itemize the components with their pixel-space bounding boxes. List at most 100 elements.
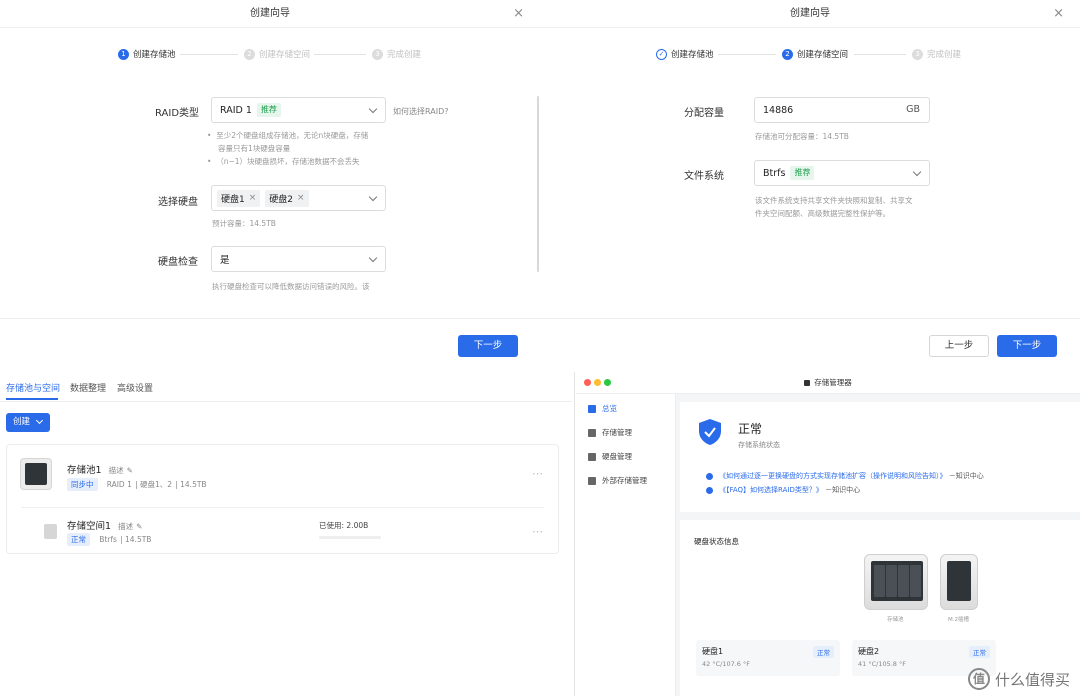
system-status-subtitle: 存储系统状态 xyxy=(738,441,780,449)
active-tab-indicator xyxy=(6,398,58,400)
recommended-tag: 推荐 xyxy=(790,166,815,180)
step-label: 创建存储池 xyxy=(133,50,176,60)
kb-link-1[interactable]: 《如何通过逐一更换硬盘的方式实现存储池扩容（操作说明和风险告知）》 －知识中心 xyxy=(706,471,984,481)
disk-temperature: 42 °C/107.6 °F xyxy=(702,660,750,668)
step-finish: 3 完成创建 xyxy=(912,46,961,62)
storage-pool-panel: 存储池与空间 数据整理 高级设置 创建 存储池1 描述 ✎ 同步中 RAID 1… xyxy=(0,372,572,696)
close-icon[interactable]: × xyxy=(513,6,524,22)
remove-chip-icon[interactable]: × xyxy=(249,193,257,203)
hard-disk-icon xyxy=(588,453,596,461)
disk-card[interactable]: 硬盘1 42 °C/107.6 °F 正常 xyxy=(696,640,840,676)
volume-fs: Btrfs xyxy=(99,535,117,544)
disk-name: 硬盘2 xyxy=(858,647,880,656)
pool-raid: RAID 1 xyxy=(106,480,132,489)
wizard-steps: ✓ 创建存储池 2 创建存储空间 3 完成创建 xyxy=(540,46,1080,62)
step-create-space: 2 创建存储空间 xyxy=(782,46,848,62)
chevron-down-icon xyxy=(368,104,378,114)
capacity-hint: 存储池可分配容量：14.5TB xyxy=(755,132,849,141)
sidebar: 总览 存储管理 硬盘管理 外部存储管理 xyxy=(576,394,676,696)
nas-main-image xyxy=(864,554,928,610)
sidebar-item-overview[interactable]: 总览 xyxy=(576,400,676,418)
watermark-text: 什么值得买 xyxy=(994,670,1070,689)
divider xyxy=(21,507,544,508)
select-disk-label: 选择硬盘 xyxy=(158,197,198,208)
step-create-pool: 1 创建存储池 xyxy=(118,46,176,62)
chevron-down-icon xyxy=(368,253,378,263)
file-system-select[interactable]: Btrfs 推荐 xyxy=(754,160,930,186)
step-finish: 3 完成创建 xyxy=(372,46,421,62)
volume-title-row: 存储空间1 描述 ✎ xyxy=(67,518,142,532)
storage-pool-card[interactable]: 存储池1 描述 ✎ 同步中 RAID 1 | 硬盘1、2 | 14.5TB ⋯ … xyxy=(6,444,559,554)
disk-check-select[interactable]: 是 xyxy=(211,246,386,272)
disk-status-title: 硬盘状态信息 xyxy=(694,537,739,546)
sidebar-item-external[interactable]: 外部存储管理 xyxy=(576,472,676,490)
disk-chip[interactable]: 硬盘1 × xyxy=(217,189,261,207)
more-options-icon[interactable]: ⋯ xyxy=(532,467,544,480)
info-icon xyxy=(706,486,713,494)
volume-size: 14.5TB xyxy=(125,535,152,544)
pool-description: 描述 xyxy=(108,466,124,475)
step-create-space: 2 创建存储空间 xyxy=(244,46,310,62)
previous-button[interactable]: 上一步 xyxy=(929,335,989,357)
pool-name: 存储池1 xyxy=(67,465,102,476)
step-connector xyxy=(854,54,906,55)
tab-advanced-settings[interactable]: 高级设置 xyxy=(117,381,153,394)
capacity-value: 14886 xyxy=(763,104,794,116)
more-options-icon[interactable]: ⋯ xyxy=(532,525,544,538)
footer-divider xyxy=(0,318,540,319)
step-number-icon: 1 xyxy=(118,48,129,60)
nas-caption: 存储池 xyxy=(887,617,904,623)
scrollbar[interactable] xyxy=(537,96,539,272)
nas-m2-image xyxy=(940,554,978,610)
tab-data-organize[interactable]: 数据整理 xyxy=(70,381,106,394)
sidebar-item-storage[interactable]: 存储管理 xyxy=(576,424,676,442)
wizard-step2-dialog: 创建向导 × ✓ 创建存储池 2 创建存储空间 3 完成创建 分配容量 1488… xyxy=(540,0,1080,370)
shield-check-icon xyxy=(699,419,721,445)
raid-hint-line: • 至少2个硬盘组成存储池，无论n块硬盘，存储 xyxy=(207,131,369,140)
raid-type-value: RAID 1 xyxy=(220,104,252,116)
sidebar-item-disks[interactable]: 硬盘管理 xyxy=(576,448,676,466)
kb-link-2[interactable]: 《【FAQ】如何选择RAID类型？》 －知识中心 xyxy=(706,485,860,495)
smzdm-logo-icon: 值 xyxy=(967,668,990,690)
tab-pool-and-space[interactable]: 存储池与空间 xyxy=(6,381,60,394)
step-number-icon: 2 xyxy=(782,48,793,60)
disk-capacity-hint: 预计容量：14.5TB xyxy=(212,219,276,228)
status-badge: 同步中 xyxy=(67,478,98,491)
chevron-down-icon xyxy=(912,167,922,177)
disk-chip[interactable]: 硬盘2 × xyxy=(265,189,309,207)
step-label: 创建存储空间 xyxy=(797,50,849,60)
allocate-capacity-label: 分配容量 xyxy=(684,108,724,119)
wizard-steps: 1 创建存储池 2 创建存储空间 3 完成创建 xyxy=(0,46,540,62)
edit-icon[interactable]: ✎ xyxy=(127,466,133,475)
step-connector xyxy=(314,54,366,55)
file-system-hints: 该文件系统支持共享文件夹快照和复制、共享文 件夹空间配额、高级数据完整性保护等。 xyxy=(755,194,913,220)
raid-hint-line: 容量只有1块硬盘容量 xyxy=(218,144,291,153)
volume-description: 描述 xyxy=(118,522,134,531)
file-system-label: 文件系统 xyxy=(684,171,724,182)
file-system-value: Btrfs xyxy=(763,167,786,179)
next-button[interactable]: 下一步 xyxy=(997,335,1057,357)
step-label: 创建存储空间 xyxy=(259,50,311,60)
pool-size: 14.5TB xyxy=(180,480,207,489)
remove-chip-icon[interactable]: × xyxy=(297,193,305,203)
disk-multiselect[interactable]: 硬盘1 × 硬盘2 × xyxy=(211,185,386,211)
next-button[interactable]: 下一步 xyxy=(458,335,518,357)
raid-type-select[interactable]: RAID 1 推荐 xyxy=(211,97,386,123)
status-badge: 正常 xyxy=(67,533,90,546)
raid-hints: • 至少2个硬盘组成存储池，无论n块硬盘，存储 容量只有1块硬盘容量 • （n−… xyxy=(207,129,368,168)
volume-meta-row: 正常 Btrfs | 14.5TB xyxy=(67,533,151,546)
edit-icon[interactable]: ✎ xyxy=(136,522,142,531)
status-card: 正常 存储系统状态 《如何通过逐一更换硬盘的方式实现存储池扩容（操作说明和风险告… xyxy=(680,402,1080,512)
raid-help-link[interactable]: 如何选择RAID? xyxy=(393,106,448,117)
capacity-input[interactable]: 14886 GB xyxy=(754,97,930,123)
volume-used: 已使用: 2.00B xyxy=(319,521,369,530)
nas-caption: M.2插槽 xyxy=(948,617,969,623)
system-status-title: 正常 xyxy=(738,422,763,436)
disk-check-label: 硬盘检查 xyxy=(158,257,198,268)
fs-hint-line: 该文件系统支持共享文件夹快照和复制、共享文 xyxy=(755,196,913,205)
volume-name: 存储空间1 xyxy=(67,521,112,532)
step-label: 创建存储池 xyxy=(671,50,714,60)
close-icon[interactable]: × xyxy=(1053,6,1064,22)
create-button-label: 创建 xyxy=(13,417,31,427)
create-button[interactable]: 创建 xyxy=(6,413,50,432)
